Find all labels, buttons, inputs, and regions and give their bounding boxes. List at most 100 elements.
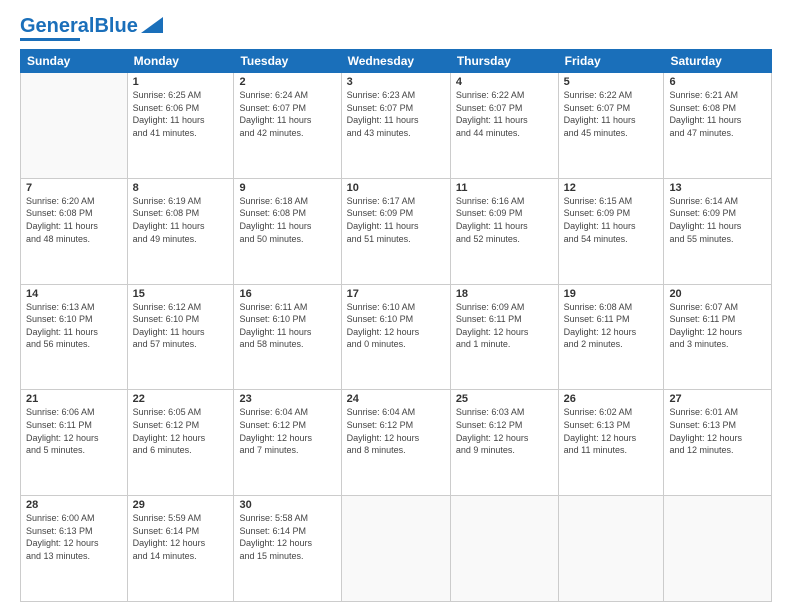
day-info: Sunrise: 6:20 AMSunset: 6:08 PMDaylight:… bbox=[26, 195, 122, 245]
day-number: 21 bbox=[26, 393, 122, 405]
day-info: Sunrise: 6:09 AMSunset: 6:11 PMDaylight:… bbox=[456, 301, 553, 351]
day-cell: 23Sunrise: 6:04 AMSunset: 6:12 PMDayligh… bbox=[234, 390, 341, 496]
day-info: Sunrise: 6:25 AMSunset: 6:06 PMDaylight:… bbox=[133, 89, 229, 139]
day-cell bbox=[664, 496, 772, 602]
day-info: Sunrise: 6:16 AMSunset: 6:09 PMDaylight:… bbox=[456, 195, 553, 245]
week-row-1: 1Sunrise: 6:25 AMSunset: 6:06 PMDaylight… bbox=[21, 73, 772, 179]
weekday-header-row: SundayMondayTuesdayWednesdayThursdayFrid… bbox=[21, 50, 772, 73]
header: GeneralBlue bbox=[20, 16, 772, 41]
day-number: 28 bbox=[26, 499, 122, 511]
day-number: 5 bbox=[564, 76, 659, 88]
day-cell bbox=[21, 73, 128, 179]
day-number: 23 bbox=[239, 393, 335, 405]
day-cell: 22Sunrise: 6:05 AMSunset: 6:12 PMDayligh… bbox=[127, 390, 234, 496]
weekday-header-saturday: Saturday bbox=[664, 50, 772, 73]
logo-underline bbox=[20, 38, 80, 41]
day-cell bbox=[341, 496, 450, 602]
day-cell: 12Sunrise: 6:15 AMSunset: 6:09 PMDayligh… bbox=[558, 178, 664, 284]
day-number: 18 bbox=[456, 288, 553, 300]
day-info: Sunrise: 6:05 AMSunset: 6:12 PMDaylight:… bbox=[133, 406, 229, 456]
week-row-4: 21Sunrise: 6:06 AMSunset: 6:11 PMDayligh… bbox=[21, 390, 772, 496]
day-number: 12 bbox=[564, 182, 659, 194]
day-number: 27 bbox=[669, 393, 766, 405]
day-cell: 14Sunrise: 6:13 AMSunset: 6:10 PMDayligh… bbox=[21, 284, 128, 390]
day-number: 26 bbox=[564, 393, 659, 405]
day-cell: 18Sunrise: 6:09 AMSunset: 6:11 PMDayligh… bbox=[450, 284, 558, 390]
day-cell: 25Sunrise: 6:03 AMSunset: 6:12 PMDayligh… bbox=[450, 390, 558, 496]
day-info: Sunrise: 6:01 AMSunset: 6:13 PMDaylight:… bbox=[669, 406, 766, 456]
day-cell: 7Sunrise: 6:20 AMSunset: 6:08 PMDaylight… bbox=[21, 178, 128, 284]
page: GeneralBlue SundayMondayTuesdayWednesday… bbox=[0, 0, 792, 612]
day-number: 13 bbox=[669, 182, 766, 194]
weekday-header-sunday: Sunday bbox=[21, 50, 128, 73]
day-cell: 20Sunrise: 6:07 AMSunset: 6:11 PMDayligh… bbox=[664, 284, 772, 390]
day-cell: 3Sunrise: 6:23 AMSunset: 6:07 PMDaylight… bbox=[341, 73, 450, 179]
day-cell: 27Sunrise: 6:01 AMSunset: 6:13 PMDayligh… bbox=[664, 390, 772, 496]
day-cell: 26Sunrise: 6:02 AMSunset: 6:13 PMDayligh… bbox=[558, 390, 664, 496]
day-cell: 9Sunrise: 6:18 AMSunset: 6:08 PMDaylight… bbox=[234, 178, 341, 284]
day-number: 15 bbox=[133, 288, 229, 300]
day-number: 6 bbox=[669, 76, 766, 88]
day-number: 20 bbox=[669, 288, 766, 300]
day-number: 16 bbox=[239, 288, 335, 300]
day-number: 7 bbox=[26, 182, 122, 194]
day-info: Sunrise: 6:14 AMSunset: 6:09 PMDaylight:… bbox=[669, 195, 766, 245]
day-cell: 17Sunrise: 6:10 AMSunset: 6:10 PMDayligh… bbox=[341, 284, 450, 390]
logo-text: GeneralBlue bbox=[20, 16, 138, 36]
day-number: 8 bbox=[133, 182, 229, 194]
day-cell: 4Sunrise: 6:22 AMSunset: 6:07 PMDaylight… bbox=[450, 73, 558, 179]
day-info: Sunrise: 6:04 AMSunset: 6:12 PMDaylight:… bbox=[239, 406, 335, 456]
day-cell: 6Sunrise: 6:21 AMSunset: 6:08 PMDaylight… bbox=[664, 73, 772, 179]
day-number: 4 bbox=[456, 76, 553, 88]
day-cell: 28Sunrise: 6:00 AMSunset: 6:13 PMDayligh… bbox=[21, 496, 128, 602]
day-info: Sunrise: 5:58 AMSunset: 6:14 PMDaylight:… bbox=[239, 512, 335, 562]
day-cell: 24Sunrise: 6:04 AMSunset: 6:12 PMDayligh… bbox=[341, 390, 450, 496]
calendar-table: SundayMondayTuesdayWednesdayThursdayFrid… bbox=[20, 49, 772, 602]
day-number: 2 bbox=[239, 76, 335, 88]
weekday-header-friday: Friday bbox=[558, 50, 664, 73]
day-cell: 21Sunrise: 6:06 AMSunset: 6:11 PMDayligh… bbox=[21, 390, 128, 496]
day-cell: 19Sunrise: 6:08 AMSunset: 6:11 PMDayligh… bbox=[558, 284, 664, 390]
weekday-header-tuesday: Tuesday bbox=[234, 50, 341, 73]
day-info: Sunrise: 6:19 AMSunset: 6:08 PMDaylight:… bbox=[133, 195, 229, 245]
day-info: Sunrise: 6:03 AMSunset: 6:12 PMDaylight:… bbox=[456, 406, 553, 456]
day-number: 29 bbox=[133, 499, 229, 511]
day-info: Sunrise: 6:22 AMSunset: 6:07 PMDaylight:… bbox=[456, 89, 553, 139]
day-number: 3 bbox=[347, 76, 445, 88]
day-number: 14 bbox=[26, 288, 122, 300]
day-number: 17 bbox=[347, 288, 445, 300]
day-info: Sunrise: 6:17 AMSunset: 6:09 PMDaylight:… bbox=[347, 195, 445, 245]
day-info: Sunrise: 6:11 AMSunset: 6:10 PMDaylight:… bbox=[239, 301, 335, 351]
day-info: Sunrise: 6:08 AMSunset: 6:11 PMDaylight:… bbox=[564, 301, 659, 351]
day-number: 11 bbox=[456, 182, 553, 194]
day-info: Sunrise: 6:22 AMSunset: 6:07 PMDaylight:… bbox=[564, 89, 659, 139]
day-cell: 15Sunrise: 6:12 AMSunset: 6:10 PMDayligh… bbox=[127, 284, 234, 390]
logo: GeneralBlue bbox=[20, 16, 163, 41]
day-info: Sunrise: 6:12 AMSunset: 6:10 PMDaylight:… bbox=[133, 301, 229, 351]
day-info: Sunrise: 6:15 AMSunset: 6:09 PMDaylight:… bbox=[564, 195, 659, 245]
day-cell: 5Sunrise: 6:22 AMSunset: 6:07 PMDaylight… bbox=[558, 73, 664, 179]
day-cell: 16Sunrise: 6:11 AMSunset: 6:10 PMDayligh… bbox=[234, 284, 341, 390]
day-cell: 1Sunrise: 6:25 AMSunset: 6:06 PMDaylight… bbox=[127, 73, 234, 179]
day-info: Sunrise: 6:06 AMSunset: 6:11 PMDaylight:… bbox=[26, 406, 122, 456]
day-cell: 11Sunrise: 6:16 AMSunset: 6:09 PMDayligh… bbox=[450, 178, 558, 284]
logo-icon bbox=[141, 17, 163, 33]
day-number: 22 bbox=[133, 393, 229, 405]
day-info: Sunrise: 5:59 AMSunset: 6:14 PMDaylight:… bbox=[133, 512, 229, 562]
day-info: Sunrise: 6:24 AMSunset: 6:07 PMDaylight:… bbox=[239, 89, 335, 139]
week-row-3: 14Sunrise: 6:13 AMSunset: 6:10 PMDayligh… bbox=[21, 284, 772, 390]
day-number: 9 bbox=[239, 182, 335, 194]
day-cell: 8Sunrise: 6:19 AMSunset: 6:08 PMDaylight… bbox=[127, 178, 234, 284]
day-number: 10 bbox=[347, 182, 445, 194]
day-info: Sunrise: 6:10 AMSunset: 6:10 PMDaylight:… bbox=[347, 301, 445, 351]
week-row-2: 7Sunrise: 6:20 AMSunset: 6:08 PMDaylight… bbox=[21, 178, 772, 284]
day-number: 30 bbox=[239, 499, 335, 511]
day-cell: 13Sunrise: 6:14 AMSunset: 6:09 PMDayligh… bbox=[664, 178, 772, 284]
logo-general: General bbox=[20, 15, 94, 37]
day-cell: 2Sunrise: 6:24 AMSunset: 6:07 PMDaylight… bbox=[234, 73, 341, 179]
day-info: Sunrise: 6:02 AMSunset: 6:13 PMDaylight:… bbox=[564, 406, 659, 456]
day-info: Sunrise: 6:18 AMSunset: 6:08 PMDaylight:… bbox=[239, 195, 335, 245]
logo-blue: Blue bbox=[94, 15, 137, 37]
day-number: 25 bbox=[456, 393, 553, 405]
day-number: 1 bbox=[133, 76, 229, 88]
